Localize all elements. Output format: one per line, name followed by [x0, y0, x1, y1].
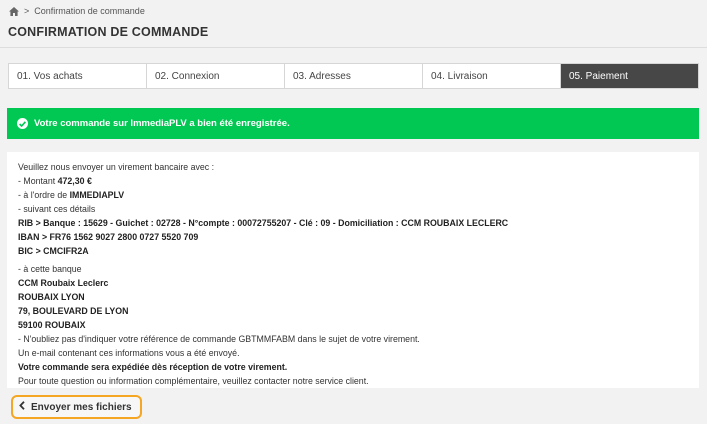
details-label: - suivant ces détails: [18, 204, 96, 214]
intro-text: Veuillez nous envoyer un virement bancai…: [18, 162, 215, 172]
breadcrumb: > Confirmation de commande: [9, 6, 145, 16]
bank-postcode: 59100 ROUBAIX: [18, 320, 86, 330]
bank-name: CCM Roubaix Leclerc: [18, 278, 109, 288]
checkout-steps: 01. Vos achats 02. Connexion 03. Adresse…: [8, 63, 699, 89]
step-paiement: 05. Paiement: [561, 64, 698, 88]
send-files-button[interactable]: Envoyer mes fichiers: [11, 395, 142, 419]
step-vos-achats[interactable]: 01. Vos achats: [9, 64, 147, 88]
bic-line: BIC > CMCIFR2A: [18, 246, 89, 256]
step-connexion[interactable]: 02. Connexion: [147, 64, 285, 88]
success-alert: Votre commande sur ImmediaPLV a bien été…: [7, 108, 699, 139]
contact-note: Pour toute question ou information compl…: [18, 376, 369, 386]
page-title: CONFIRMATION DE COMMANDE: [8, 25, 209, 39]
payee-line: - à l'ordre de IMMEDIAPLV: [18, 190, 125, 200]
home-icon[interactable]: [9, 6, 19, 16]
title-divider: [0, 47, 707, 48]
send-files-label: Envoyer mes fichiers: [31, 401, 132, 413]
amount-value: 472,30 €: [57, 176, 92, 186]
shipping-note: Votre commande sera expédiée dès récepti…: [18, 362, 288, 372]
chevron-left-icon: [19, 401, 25, 413]
bank-city: ROUBAIX LYON: [18, 292, 85, 302]
success-message: Votre commande sur ImmediaPLV a bien été…: [34, 118, 290, 129]
bank-street: 79, BOULEVARD DE LYON: [18, 306, 129, 316]
breadcrumb-separator: >: [24, 6, 30, 16]
reference-note: - N'oubliez pas d'indiquer votre référen…: [18, 334, 420, 344]
email-note: Un e-mail contenant ces informations vou…: [18, 348, 240, 358]
payment-instructions: Veuillez nous envoyer un virement bancai…: [7, 152, 699, 388]
step-adresses[interactable]: 03. Adresses: [285, 64, 423, 88]
breadcrumb-current: Confirmation de commande: [34, 6, 145, 16]
payee-name: IMMEDIAPLV: [69, 190, 125, 200]
amount-line: - Montant 472,30 €: [18, 176, 92, 186]
bank-label: - à cette banque: [18, 264, 82, 274]
step-livraison[interactable]: 04. Livraison: [423, 64, 561, 88]
check-circle-icon: [17, 118, 28, 129]
rib-line: RIB > Banque : 15629 - Guichet : 02728 -…: [18, 218, 509, 228]
iban-line: IBAN > FR76 1562 9027 2800 0727 5520 709: [18, 232, 199, 242]
